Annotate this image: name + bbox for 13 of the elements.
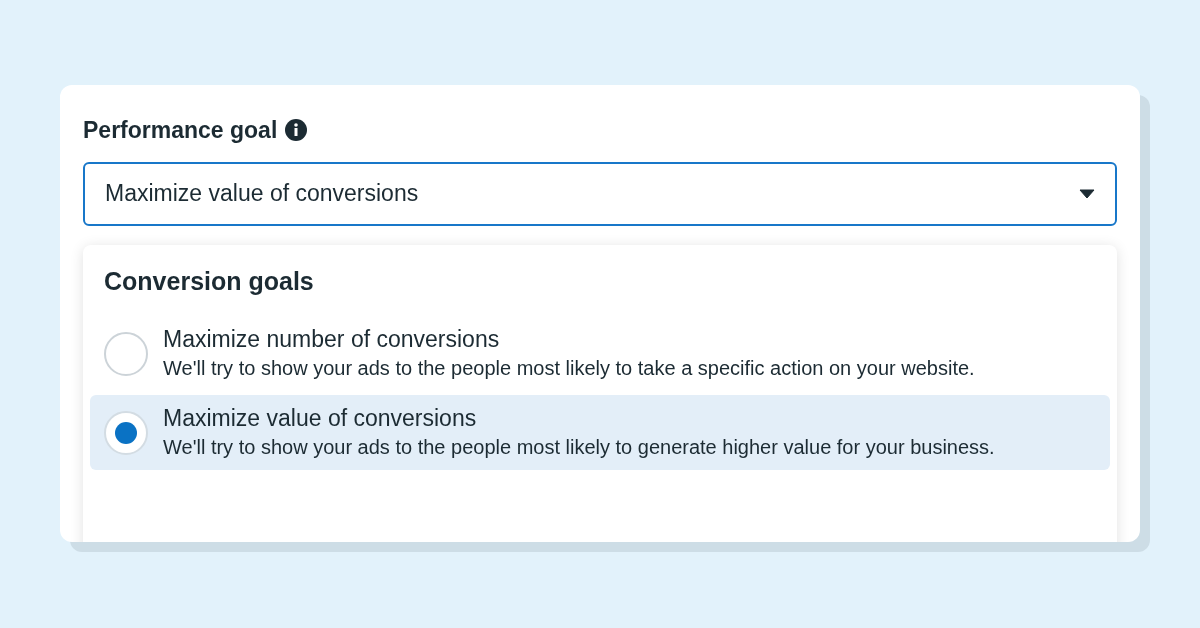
option-title: Maximize value of conversions [163, 404, 478, 433]
menu-heading: Conversion goals [103, 265, 315, 297]
option-description: We'll try to show your ads to the people most likely to take a specific action on your website. [163, 356, 976, 381]
radio-option[interactable]: Maximize number of conversions We'll try to show your ads to the people most likely to take a specific action on your website. [90, 316, 1110, 391]
select-field[interactable]: Maximize value of conversions [83, 161, 1117, 226]
field-label: Performance goal [83, 116, 278, 145]
radio-button[interactable] [104, 331, 148, 376]
radio-option[interactable]: Maximize value of conversions We'll try to show your ads to the people most likely to generate higher value for your business. [90, 395, 1110, 470]
option-description: We'll try to show your ads to the people most likely to generate higher value for your business. [163, 435, 996, 460]
info-icon [285, 119, 308, 142]
caret-icon [1079, 188, 1095, 199]
radio-button[interactable] [104, 410, 148, 455]
option-title: Maximize number of conversions [163, 325, 501, 354]
